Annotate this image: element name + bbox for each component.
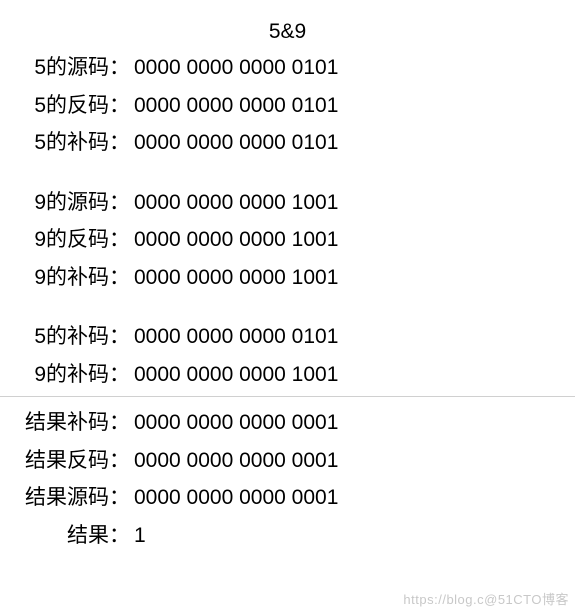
value-5-complement: 0000 0000 0000 0101 [130,127,338,159]
row-9-inverse: 9的反码： 0000 0000 0000 1001 [18,224,557,256]
row-result-source: 结果源码： 0000 0000 0000 0001 [18,482,557,514]
label-9-source: 9的源码： [18,187,130,219]
row-5-source: 5的源码： 0000 0000 0000 0101 [18,52,557,84]
value-result-complement: 0000 0000 0000 0001 [130,407,338,439]
value-5-inverse: 0000 0000 0000 0101 [130,90,338,122]
gap-1 [18,165,557,187]
label-5-complement: 5的补码： [18,127,130,159]
label-5-complement-2: 5的补码： [18,321,130,353]
value-result-inverse: 0000 0000 0000 0001 [130,445,338,477]
row-result-inverse: 结果反码： 0000 0000 0000 0001 [18,445,557,477]
label-9-inverse: 9的反码： [18,224,130,256]
divider [0,396,575,397]
page-title: 5&9 [18,20,557,44]
label-result-inverse: 结果反码： [18,445,130,477]
row-5-complement-2: 5的补码： 0000 0000 0000 0101 [18,321,557,353]
value-5-complement-2: 0000 0000 0000 0101 [130,321,338,353]
watermark: https://blog.c@51CTO博客 [403,589,569,608]
row-9-complement-2: 9的补码： 0000 0000 0000 1001 [18,359,557,391]
value-9-inverse: 0000 0000 0000 1001 [130,224,338,256]
row-9-source: 9的源码： 0000 0000 0000 1001 [18,187,557,219]
label-result-final: 结果： [18,520,130,552]
value-9-source: 0000 0000 0000 1001 [130,187,338,219]
label-9-complement-2: 9的补码： [18,359,130,391]
value-5-source: 0000 0000 0000 0101 [130,52,338,84]
row-5-complement: 5的补码： 0000 0000 0000 0101 [18,127,557,159]
value-9-complement: 0000 0000 0000 1001 [130,262,338,294]
row-5-inverse: 5的反码： 0000 0000 0000 0101 [18,90,557,122]
label-5-source: 5的源码： [18,52,130,84]
row-9-complement: 9的补码： 0000 0000 0000 1001 [18,262,557,294]
value-9-complement-2: 0000 0000 0000 1001 [130,359,338,391]
gap-2 [18,299,557,321]
value-result-final: 1 [130,520,146,552]
row-result-complement: 结果补码： 0000 0000 0000 0001 [18,407,557,439]
label-result-complement: 结果补码： [18,407,130,439]
label-result-source: 结果源码： [18,482,130,514]
label-5-inverse: 5的反码： [18,90,130,122]
label-9-complement: 9的补码： [18,262,130,294]
row-result-final: 结果： 1 [18,520,557,552]
value-result-source: 0000 0000 0000 0001 [130,482,338,514]
